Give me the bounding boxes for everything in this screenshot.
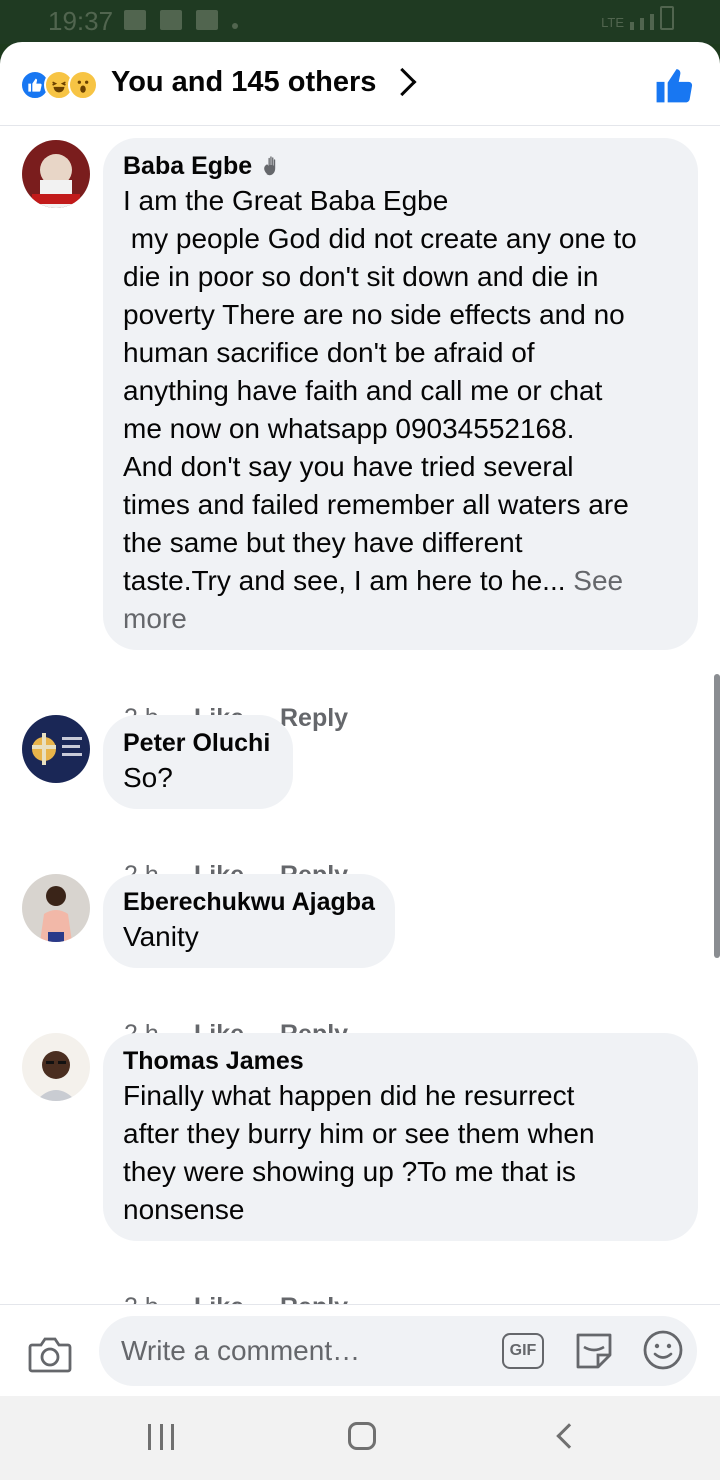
sticker-button[interactable]	[572, 1329, 616, 1373]
comment-bubble[interactable]: Eberechukwu Ajagba Vanity	[103, 874, 395, 968]
avatar[interactable]	[22, 874, 90, 942]
comment-composer: GIF	[0, 1304, 720, 1396]
comment-bubble[interactable]: Baba Egbe I am the Great Baba Egbe my pe…	[103, 138, 698, 650]
comment-text: So?	[123, 762, 173, 793]
comment-author[interactable]: Peter Oluchi	[123, 727, 270, 759]
comment-author-row: Baba Egbe	[123, 150, 678, 182]
emoji-button[interactable]	[642, 1329, 684, 1371]
comment-author[interactable]: Eberechukwu Ajagba	[123, 886, 375, 918]
comment-author[interactable]: Thomas James	[123, 1045, 304, 1077]
reaction-icons	[20, 70, 98, 100]
comment-author-row: Peter Oluchi	[123, 727, 273, 759]
status-notification-icons	[124, 10, 238, 30]
comments-sheet: You and 145 others Baba Egbe I am the Gr…	[0, 42, 720, 1396]
comment-author-row: Eberechukwu Ajagba	[123, 886, 375, 918]
more-notifications-dot-icon	[232, 23, 238, 29]
chevron-right-icon[interactable]	[388, 67, 417, 97]
back-button[interactable]	[556, 1423, 582, 1449]
recents-icon-bar	[171, 1424, 174, 1450]
contacts-icon	[160, 10, 182, 30]
shopping-bag-icon	[196, 10, 218, 30]
avatar[interactable]	[22, 140, 90, 208]
home-button[interactable]	[348, 1422, 376, 1450]
comment-text: Finally what happen did he resurrect aft…	[123, 1080, 595, 1225]
status-right: LTE	[601, 6, 674, 30]
comment-text-content: I am the Great Baba Egbe my people God d…	[123, 185, 637, 596]
recents-button[interactable]	[148, 1424, 174, 1450]
signal-bar	[650, 14, 654, 30]
status-bar: 19:37 LTE	[0, 0, 720, 44]
status-time: 19:37	[48, 6, 114, 36]
like-post-button[interactable]	[654, 66, 694, 104]
battery-icon	[660, 6, 674, 30]
comment-author[interactable]: Baba Egbe	[123, 150, 252, 182]
avatar[interactable]	[22, 715, 90, 783]
signal-bar	[640, 18, 644, 30]
gallery-icon	[124, 10, 146, 30]
reactions-summary[interactable]: You and 145 others	[111, 66, 376, 99]
scrollbar[interactable]	[714, 674, 720, 958]
recents-icon-bar	[159, 1424, 163, 1450]
camera-button[interactable]	[28, 1333, 72, 1373]
recents-icon-bar	[148, 1424, 151, 1450]
hand-wave-icon	[264, 156, 276, 176]
comment-bubble[interactable]: Peter Oluchi So?	[103, 715, 293, 809]
comment-bubble[interactable]: Thomas James Finally what happen did he …	[103, 1033, 698, 1241]
wow-reaction-icon	[68, 70, 98, 100]
gif-button[interactable]: GIF	[502, 1333, 544, 1369]
comment-text: Vanity	[123, 921, 199, 952]
comment-author-row: Thomas James	[123, 1045, 678, 1077]
signal-icon	[630, 22, 634, 30]
comment-text: I am the Great Baba Egbe my people God d…	[123, 182, 678, 638]
system-nav-bar	[0, 1396, 720, 1480]
avatar[interactable]	[22, 1033, 90, 1101]
network-label: LTE	[601, 15, 624, 30]
reply-button[interactable]: Reply	[280, 704, 348, 733]
reactions-header[interactable]: You and 145 others	[0, 42, 720, 126]
